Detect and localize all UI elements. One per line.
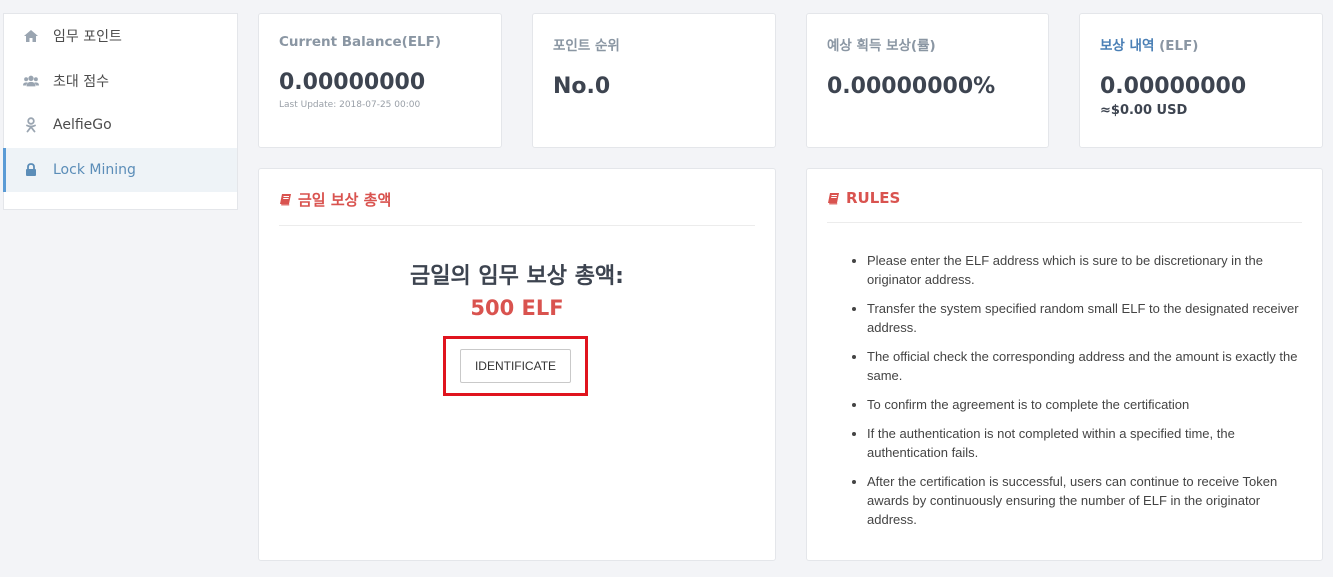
rule-item: After the certification is successful, u… xyxy=(867,472,1302,529)
sidebar-item-label: AelfieGo xyxy=(53,117,112,134)
rank-value: No.0 xyxy=(553,74,611,99)
identificate-button[interactable]: IDENTIFICATE xyxy=(459,349,572,383)
expected-reward-value: 0.00000000% xyxy=(827,74,996,99)
book-icon xyxy=(827,192,840,205)
rule-item: To confirm the agreement is to complete … xyxy=(867,395,1302,414)
reward-history-title-text: 보상 내역 xyxy=(1100,38,1155,54)
daily-reward-heading: 금일 보상 총액 xyxy=(279,189,755,226)
sidebar-item-mission-points[interactable]: 임무 포인트 xyxy=(4,14,237,59)
reward-amount: 500 ELF xyxy=(470,296,564,320)
lock-icon xyxy=(23,162,39,178)
reward-history-title-unit: (ELF) xyxy=(1159,38,1199,54)
rules-list: Please enter the ELF address which is su… xyxy=(827,251,1302,529)
rule-item: Please enter the ELF address which is su… xyxy=(867,251,1302,289)
reward-title: 금일의 임무 보상 총액: xyxy=(410,264,624,289)
rank-card: 포인트 순위 No.0 xyxy=(532,13,776,148)
last-update: Last Update: 2018-07-25 00:00 xyxy=(279,100,421,110)
odnoklassniki-icon xyxy=(23,117,39,133)
rank-title: 포인트 순위 xyxy=(553,38,620,54)
highlight-box: IDENTIFICATE xyxy=(443,336,588,396)
sidebar-item-lock-mining[interactable]: Lock Mining xyxy=(3,147,237,192)
sidebar-item-invite-score[interactable]: 초대 점수 xyxy=(4,59,237,104)
book-icon xyxy=(279,193,292,206)
rule-item: If the authentication is not completed w… xyxy=(867,424,1302,462)
reward-history-usd: ≈$0.00 USD xyxy=(1100,103,1188,118)
rules-heading: RULES xyxy=(827,189,1302,223)
balance-value: 0.00000000 xyxy=(279,70,426,95)
rule-item: Transfer the system specified random sma… xyxy=(867,299,1302,337)
expected-reward-title: 예상 획득 보상(률) xyxy=(827,38,936,54)
sidebar-item-aelfiego[interactable]: AelfieGo xyxy=(4,103,237,148)
expected-reward-card: 예상 획득 보상(률) 0.00000000% xyxy=(806,13,1049,148)
reward-history-value: 0.00000000 xyxy=(1100,74,1247,99)
balance-title: Current Balance(ELF) xyxy=(279,34,442,50)
sidebar-item-label: 임무 포인트 xyxy=(53,29,122,46)
reward-history-title: 보상 내역 (ELF) xyxy=(1100,34,1302,54)
home-icon xyxy=(23,28,39,44)
balance-card: Current Balance(ELF) 0.00000000 Last Upd… xyxy=(258,13,502,148)
users-icon xyxy=(23,73,39,89)
rules-heading-text: RULES xyxy=(846,189,901,207)
rule-item: The official check the corresponding add… xyxy=(867,347,1302,385)
sidebar-item-label: Lock Mining xyxy=(53,161,136,178)
daily-reward-heading-text: 금일 보상 총액 xyxy=(298,191,392,209)
daily-reward-panel: 금일 보상 총액 금일의 임무 보상 총액: 500 ELF IDENTIFIC… xyxy=(258,168,776,561)
rules-panel: RULES Please enter the ELF address which… xyxy=(806,168,1323,561)
sidebar: 임무 포인트 초대 점수 AelfieGo Lock Mining xyxy=(3,13,238,210)
sidebar-item-label: 초대 점수 xyxy=(53,73,109,90)
reward-history-card: 보상 내역 (ELF) 0.00000000 ≈$0.00 USD xyxy=(1079,13,1323,148)
